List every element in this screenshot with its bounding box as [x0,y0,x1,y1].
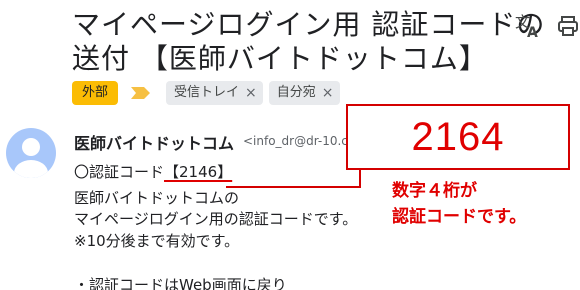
email-subject: マイページログイン用 認証コードの 送付 【医師バイトドットコム】 [72,8,546,76]
body-line-3: マイページログイン用の認証コードです。 [74,210,358,228]
label-row: 外部 受信トレイ × 自分宛 × [72,80,346,106]
callout-annotation: 数字４桁が 認証コードです。 [392,178,526,230]
avatar-person-icon [14,138,48,178]
body-line-5: ・認証コードはWeb画面に戻り [74,276,287,290]
callout-code: 2164 [411,114,505,159]
external-badge: 外部 [72,81,119,105]
body-line-4: ※10分後まで有効です。 [74,232,240,250]
code-line: 〇認証コード【2146】 [74,161,232,183]
subject-line-1: マイページログイン用 認証コードの [72,8,546,41]
translate-icon[interactable]: 文 A [514,12,542,40]
remove-label-self-button[interactable]: × [322,81,334,105]
important-marker-icon[interactable] [130,85,152,101]
subject-line-2: 送付 【医師バイトドットコム】 [72,42,488,75]
svg-text:A: A [527,25,538,40]
annotation-line-2: 認証コードです。 [392,207,527,227]
callout-box: 2164 [346,104,570,170]
code-line-prefix: 〇認証コード [74,163,165,181]
sender-name: 医師バイトドットコム [74,134,235,153]
avatar[interactable] [6,128,56,178]
annotation-line-1: 数字４桁が [392,181,477,201]
print-icon[interactable] [556,14,580,38]
remove-label-inbox-button[interactable]: × [245,81,257,105]
auth-code: 【2146】 [164,163,233,181]
label-chip-self: 自分宛 × [268,81,340,105]
label-chip-inbox: 受信トレイ × [166,81,263,105]
label-chip-self-text: 自分宛 [276,85,316,100]
body-line-2: 医師バイトドットコムの [74,189,240,207]
sender-email: <info_dr@dr-10.co [243,134,348,148]
label-chip-inbox-text: 受信トレイ [174,85,240,100]
